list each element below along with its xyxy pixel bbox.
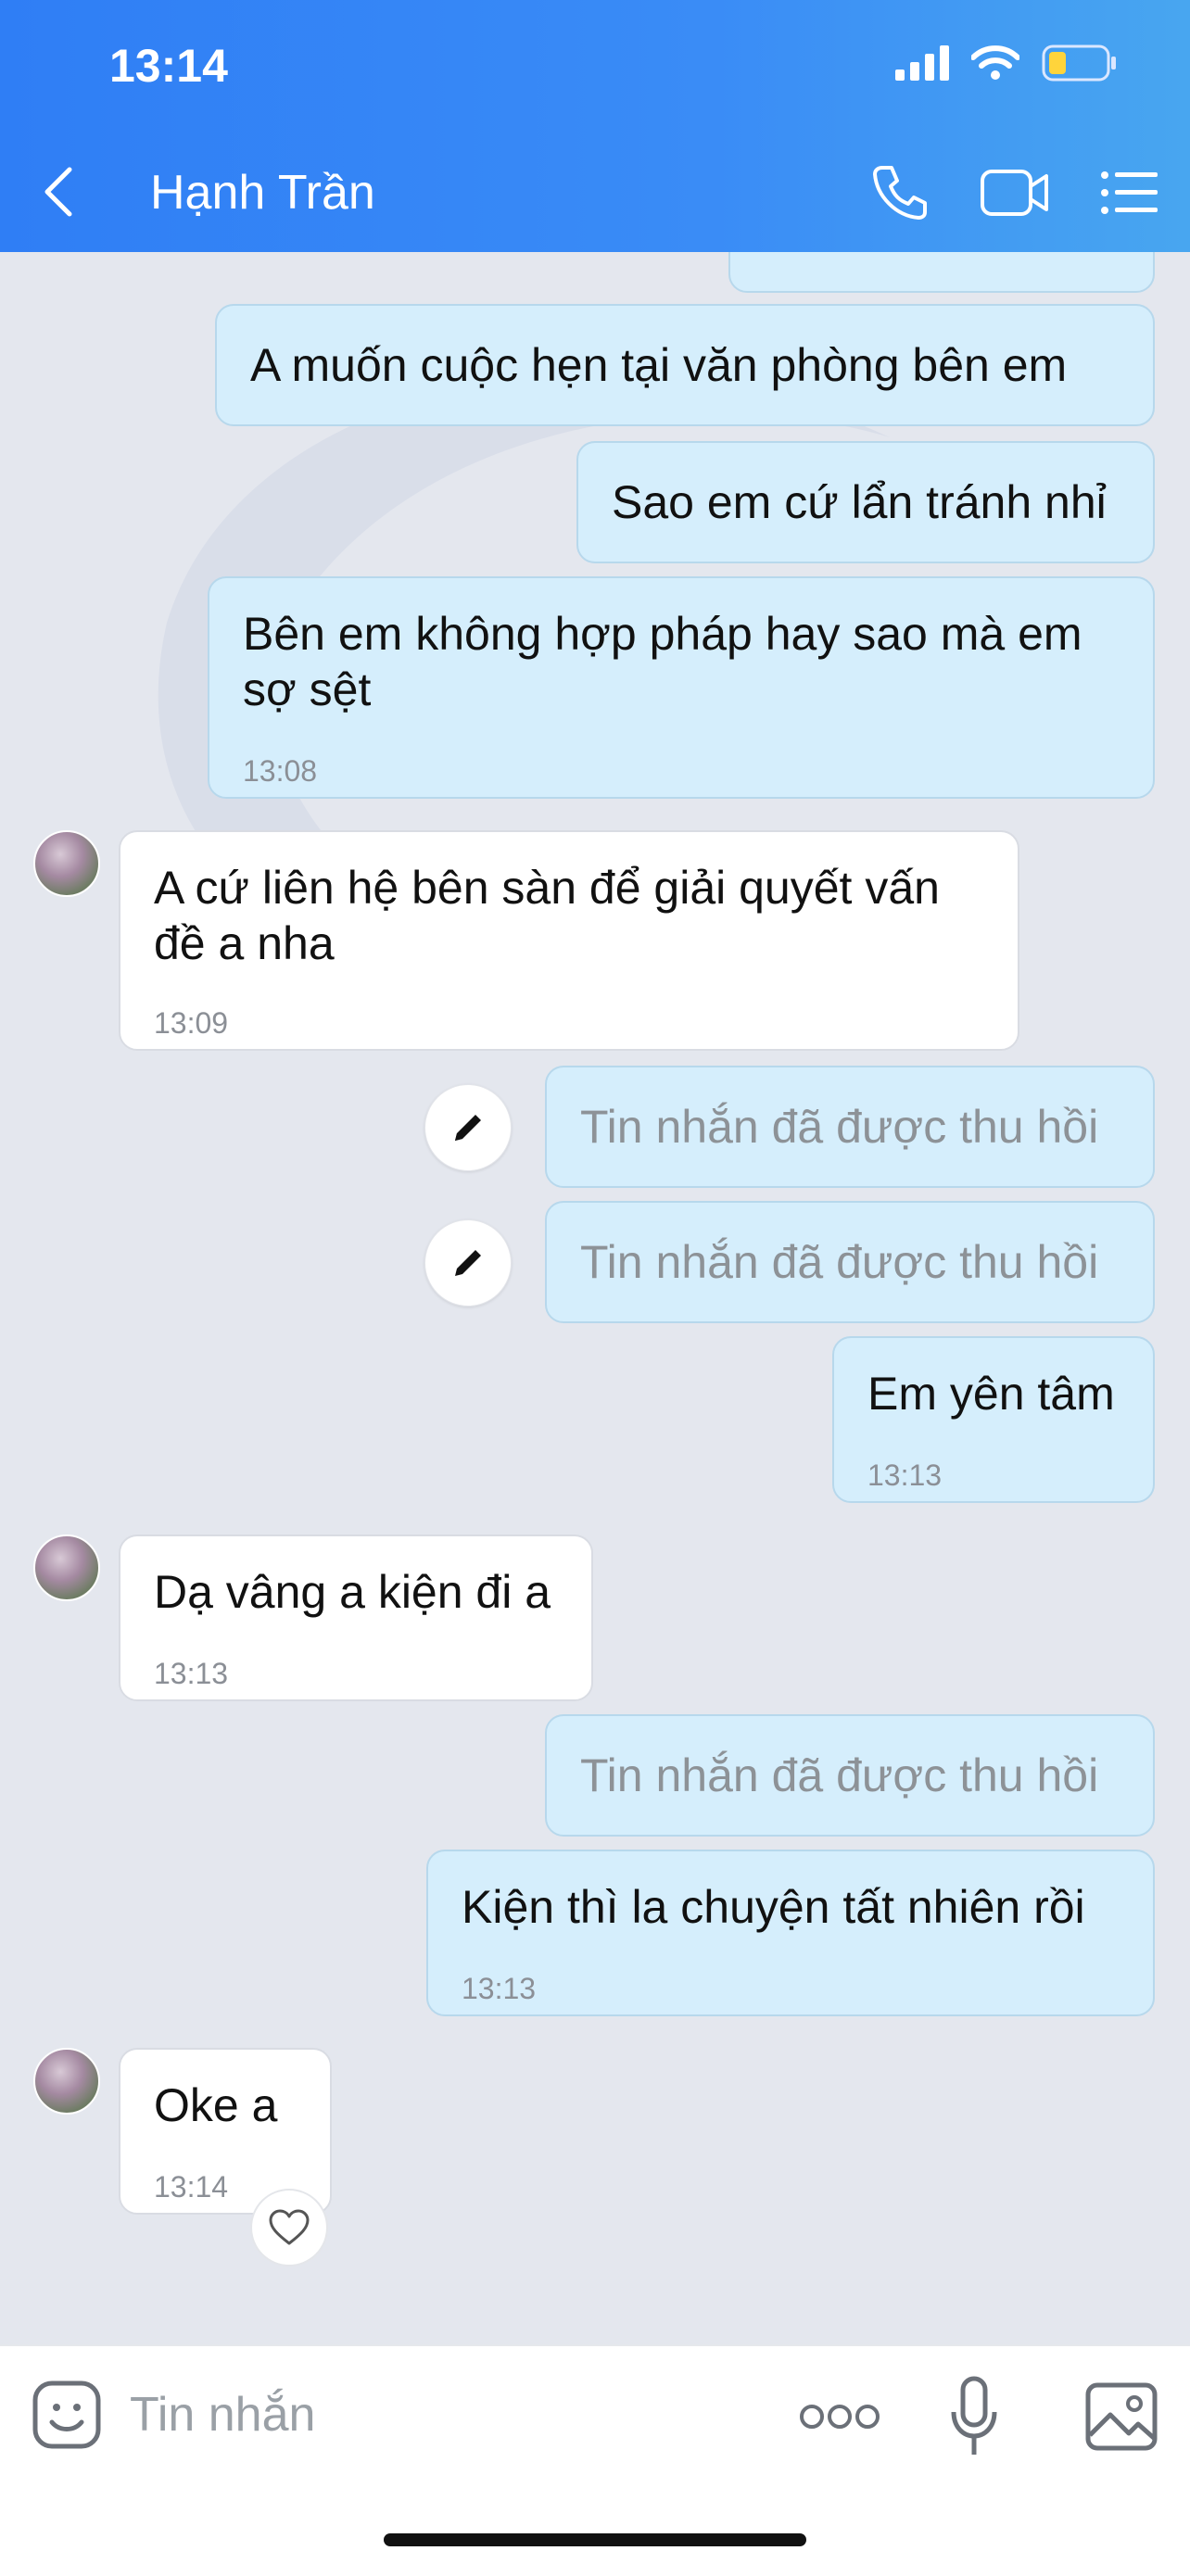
- message-text: Tin nhắn đã được thu hồi: [580, 1236, 1099, 1288]
- recalled-message-bubble[interactable]: Tin nhắn đã được thu hồi: [545, 1066, 1155, 1188]
- message-text: A muốn cuộc hẹn tại văn phòng bên em: [250, 339, 1068, 391]
- react-button[interactable]: [250, 2189, 328, 2267]
- home-indicator: [384, 2533, 806, 2546]
- recalled-message-bubble[interactable]: Tin nhắn đã được thu hồi: [545, 1714, 1155, 1837]
- image-icon: [1085, 2382, 1158, 2451]
- pencil-icon: [455, 1115, 481, 1141]
- message-time: 13:14: [154, 2170, 229, 2203]
- status-time: 13:14: [109, 40, 228, 92]
- sticker-button[interactable]: [32, 2380, 102, 2450]
- phone-icon: [873, 166, 927, 220]
- menu-button[interactable]: [1090, 159, 1170, 226]
- message-text: Dạ vâng a kiện đi a: [154, 1566, 551, 1618]
- chat-header: 13:14 Hạnh Trần: [0, 0, 1190, 252]
- heart-icon: [269, 2209, 310, 2245]
- avatar[interactable]: [33, 2048, 100, 2115]
- message-text: Bên em không hợp pháp hay sao mà em sợ s…: [243, 608, 1082, 715]
- message-text: A cứ liên hệ bên sàn để giải quyết vấn đ…: [154, 862, 940, 969]
- message-text: Tin nhắn đã được thu hồi: [580, 1101, 1099, 1153]
- status-icons: [895, 44, 1118, 82]
- battery-icon: [1042, 44, 1116, 82]
- edit-button[interactable]: [424, 1084, 512, 1171]
- message-text: Oke a: [154, 2079, 278, 2131]
- voice-message-button[interactable]: [942, 2372, 1006, 2461]
- voice-call-button[interactable]: [860, 159, 940, 226]
- message-time: 13:09: [154, 1006, 229, 1040]
- message-time: 13:13: [154, 1657, 229, 1690]
- video-camera-icon: [981, 170, 1048, 216]
- emoji-icon: [32, 2380, 101, 2449]
- message-text: Kiện thì la chuyện tất nhiên rồi: [462, 1881, 1085, 1933]
- list-menu-icon: [1101, 171, 1158, 214]
- message-list[interactable]: A muốn cuộc hẹn tại văn phòng bên em Sao…: [0, 252, 1190, 2344]
- signal-icon: [895, 45, 949, 81]
- more-options-button[interactable]: [795, 2387, 884, 2446]
- video-call-button[interactable]: [975, 159, 1055, 226]
- wifi-icon: [971, 45, 1019, 80]
- edit-button[interactable]: [424, 1219, 512, 1307]
- message-time: 13:08: [243, 754, 318, 788]
- pencil-icon: [455, 1250, 481, 1276]
- message-input[interactable]: Tin nhắn: [130, 2387, 315, 2443]
- message-text: Sao em cứ lẩn tránh nhỉ: [612, 476, 1107, 528]
- message-bubble-outgoing[interactable]: Kiện thì la chuyện tất nhiên rồi 13:13: [426, 1850, 1155, 2016]
- message-bubble-outgoing[interactable]: Sao em cứ lẩn tránh nhỉ: [576, 441, 1155, 563]
- message-time: 13:13: [867, 1458, 943, 1492]
- message-bubble-partial[interactable]: [728, 252, 1155, 293]
- message-bubble-outgoing[interactable]: Em yên tâm 13:13: [832, 1336, 1155, 1503]
- gallery-button[interactable]: [1082, 2378, 1160, 2456]
- message-bubble-outgoing[interactable]: A muốn cuộc hẹn tại văn phòng bên em: [215, 304, 1155, 426]
- avatar[interactable]: [33, 1534, 100, 1601]
- message-time: 13:13: [462, 1972, 537, 2005]
- back-button[interactable]: [32, 159, 83, 224]
- chevron-left-icon: [44, 167, 72, 217]
- message-bubble-incoming[interactable]: Dạ vâng a kiện đi a 13:13: [119, 1534, 593, 1701]
- message-bubble-incoming[interactable]: A cứ liên hệ bên sàn để giải quyết vấn đ…: [119, 830, 1019, 1051]
- avatar[interactable]: [33, 830, 100, 897]
- message-text: Tin nhắn đã được thu hồi: [580, 1749, 1099, 1801]
- composer-bar: Tin nhắn: [0, 2344, 1190, 2576]
- message-text: Em yên tâm: [867, 1368, 1115, 1420]
- more-dots-icon: [800, 2405, 880, 2429]
- contact-name[interactable]: Hạnh Trần: [150, 165, 375, 221]
- message-bubble-outgoing[interactable]: Bên em không hợp pháp hay sao mà em sợ s…: [208, 576, 1155, 799]
- microphone-icon: [951, 2376, 997, 2455]
- recalled-message-bubble[interactable]: Tin nhắn đã được thu hồi: [545, 1201, 1155, 1323]
